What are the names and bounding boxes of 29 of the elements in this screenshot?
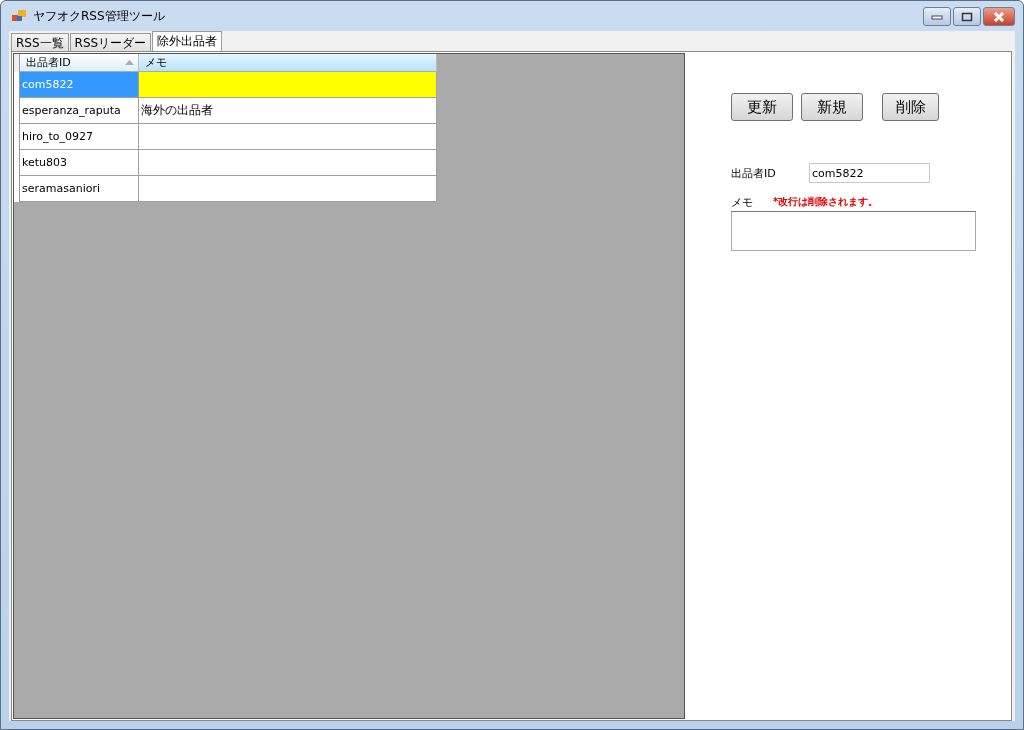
table-cell: esperanza_raputa [19, 98, 140, 124]
tab[interactable]: RSS一覧 [11, 33, 69, 51]
table-cell: com5822 [19, 72, 140, 98]
row-header[interactable] [14, 176, 20, 202]
table-cell: ketu803 [19, 150, 140, 176]
table-cell: 海外の出品者 [139, 98, 437, 124]
maximize-button[interactable] [953, 7, 981, 26]
app-icon [12, 10, 26, 22]
sort-ascending-icon [125, 60, 135, 65]
action-button[interactable]: 削除 [882, 93, 939, 121]
close-button[interactable] [983, 7, 1015, 26]
minimize-icon [931, 13, 943, 20]
field-label: 出品者ID [731, 165, 777, 181]
field-label: メモ [731, 194, 754, 210]
tab[interactable]: RSSリーダー [69, 33, 152, 51]
close-icon [992, 11, 1006, 22]
seller-id-field[interactable]: com5822 [809, 163, 930, 183]
memo-field[interactable] [731, 211, 976, 251]
row-header[interactable] [14, 72, 20, 98]
table-cell: seramasaniori [19, 176, 140, 202]
action-button[interactable]: 更新 [731, 93, 793, 121]
header-corner [14, 54, 20, 72]
maximize-icon [961, 11, 973, 22]
tab[interactable]: 除外出品者 [152, 31, 223, 51]
table-cell: hiro_to_0927 [19, 124, 140, 150]
column-header[interactable]: メモ [139, 54, 437, 72]
window-title: ヤフオクRSS管理ツール [33, 7, 165, 25]
warning-note: *改行は削除されます。 [773, 195, 879, 209]
action-button[interactable]: 新規 [801, 93, 863, 121]
